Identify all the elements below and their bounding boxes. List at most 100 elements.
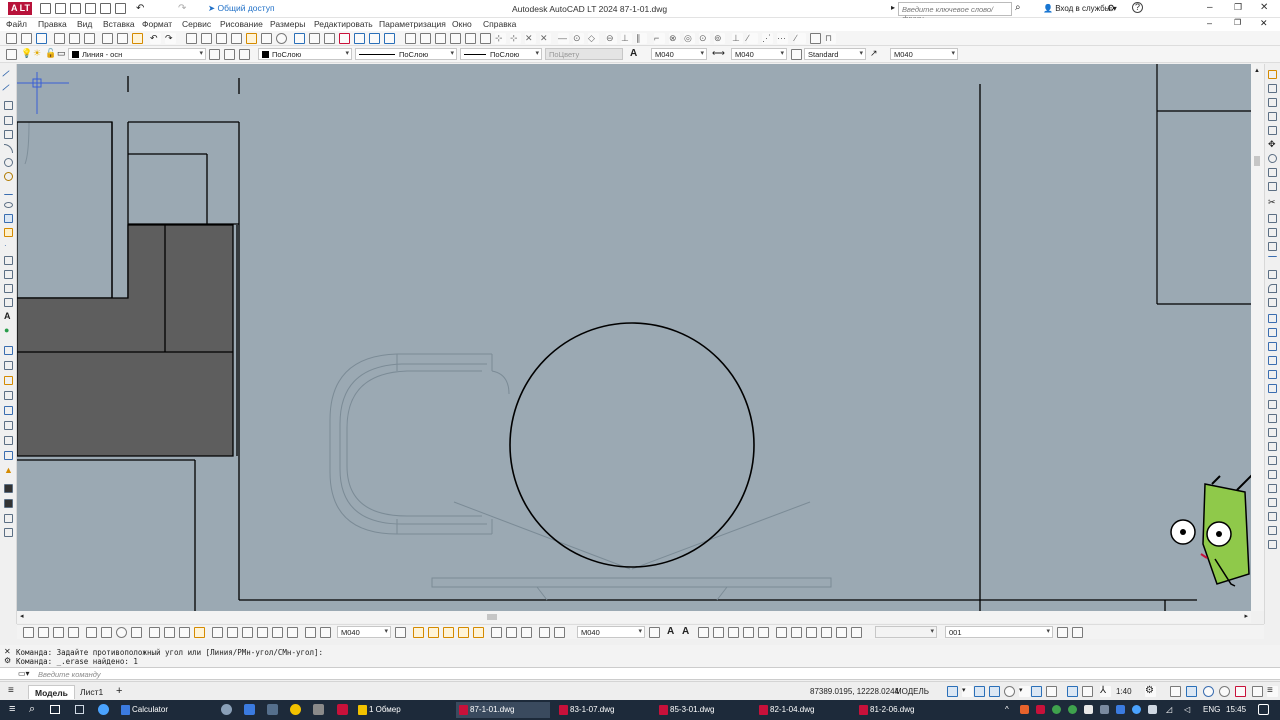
table5-tb-icon[interactable] [836,627,847,638]
help-icon[interactable]: ? [1132,2,1143,13]
tab-layout1[interactable]: Лист1 [74,685,109,699]
dim-jogged-tb-icon[interactable] [101,627,112,638]
dim-edit-tb-icon[interactable] [272,627,283,638]
snap-nearest-icon[interactable]: ◎ [684,33,695,44]
leader-tb-icon[interactable] [491,627,502,638]
scroll-right-icon[interactable]: ▸ [1244,612,1248,620]
ortho-icon[interactable] [989,686,1000,697]
fillet-tool-icon[interactable] [1268,270,1277,279]
search-icon[interactable]: ⌕ [29,703,35,715]
layer-plot-icon[interactable]: ▭ [57,48,66,59]
doc-restore-button[interactable]: ❐ [1234,18,1241,27]
scale-icon[interactable] [4,451,13,460]
edit-icon[interactable] [1268,70,1277,79]
open-icon[interactable] [21,33,32,44]
tray-app7-icon[interactable] [1116,705,1125,714]
dim-edit-icon[interactable] [1268,470,1277,479]
sheet-set-icon[interactable] [309,33,320,44]
polyline-icon[interactable] [4,101,13,110]
dim-baseline-icon[interactable] [1268,414,1277,423]
network-icon[interactable]: ◿ [1166,703,1172,717]
leader2-tb-icon[interactable] [506,627,517,638]
region-icon[interactable] [4,284,13,293]
customize-status-icon[interactable]: ≡ [1267,686,1278,697]
hardware-accel-icon[interactable] [1235,686,1246,697]
snap-temp-icon[interactable]: ⋯ [777,33,788,44]
linetype-select[interactable]: ПоСлою ▾ [355,48,457,60]
command-input[interactable]: ▭▾ Введите команду [0,667,1280,680]
taskbar-app-dwg[interactable]: 85-3-01.dwg [656,702,750,718]
dim-linear-icon[interactable] [1268,314,1277,323]
menu-parametric[interactable]: Параметризация [379,19,446,29]
snap-center2-icon[interactable]: ⊙ [699,33,710,44]
menu-file[interactable]: Файл [6,19,27,29]
snap-center-icon[interactable]: ⊙ [573,33,584,44]
tablestyle-select[interactable]: Standard ▾ [804,48,866,60]
mtext-icon[interactable]: A [4,312,13,321]
dim-center-icon[interactable] [1268,456,1277,465]
scroll-left-icon[interactable]: ◂ [20,612,24,620]
layer-select[interactable]: Линия - осн ▾ [68,48,206,60]
search-input[interactable]: Введите ключевое слово/фразу [898,2,1012,23]
chevron-down-icon[interactable]: ▾ [962,686,973,697]
dim-aligned-icon[interactable] [1268,328,1277,337]
menu-help[interactable]: Справка [483,19,516,29]
isolate-objects-icon[interactable] [1203,686,1214,697]
model-space-toggle[interactable]: МОДЕЛЬ [895,687,929,696]
text-edit-tb-icon[interactable] [698,627,709,638]
layer2-tb-icon[interactable] [1072,627,1083,638]
markup-icon[interactable] [324,33,335,44]
text4-tb-icon[interactable] [458,627,469,638]
command-recent-icon[interactable]: ▭▾ [18,669,30,678]
drawing-canvas[interactable] [17,64,1251,611]
gradient-icon[interactable] [4,270,13,279]
clean-screen-icon[interactable] [1219,686,1230,697]
dim-arc-icon[interactable] [1268,356,1277,365]
menu-format[interactable]: Формат [142,19,172,29]
table4-tb-icon[interactable] [821,627,832,638]
annotation-scale-icon[interactable]: ⅄ [1100,686,1111,697]
layer-tb-icon[interactable] [1057,627,1068,638]
array-icon[interactable] [4,406,13,415]
dim-break-icon[interactable] [1268,526,1277,535]
properties-icon[interactable] [246,33,257,44]
text2-tb-icon[interactable] [428,627,439,638]
redo-icon[interactable]: ↷ [178,3,189,14]
transparency-icon[interactable] [1082,686,1093,697]
rotate-tool-icon[interactable] [1268,154,1277,163]
layer-lock-icon[interactable]: 🔓 [45,48,56,59]
zoom-extents-icon[interactable] [405,33,416,44]
dim-update-tb-icon[interactable] [305,627,316,638]
inspect-tb-icon[interactable] [242,627,253,638]
close-button[interactable]: ✕ [1260,2,1268,13]
dim-space-tb-icon[interactable] [194,627,205,638]
help-icon[interactable] [276,33,287,44]
menu-window[interactable]: Окно [452,19,472,29]
mleader-tb-icon[interactable] [539,627,550,638]
save-icon[interactable] [70,3,81,14]
layer-state-icon[interactable] [239,49,250,60]
tolerance-tb-icon[interactable] [212,627,223,638]
design-center-icon[interactable] [261,33,272,44]
mleader-style-icon[interactable]: ↗ [870,48,878,59]
break-tool-icon[interactable] [1268,228,1277,237]
signin-button[interactable]: 👤 Вход в службы ▾ [1043,4,1117,13]
line-icon[interactable] [2,70,15,83]
qdim-tb-icon[interactable] [149,627,160,638]
table3-tb-icon[interactable] [806,627,817,638]
move-icon[interactable] [4,421,13,430]
text-style-tb-icon[interactable] [649,627,660,638]
tray-app5-icon[interactable] [1084,705,1093,714]
plotstyle-select[interactable]: ПоЦвету [545,48,623,60]
annotation-monitor-icon[interactable] [1170,686,1181,697]
zoom-out-icon[interactable] [435,33,446,44]
text-tb-icon[interactable] [413,627,424,638]
external-ref-icon[interactable] [384,33,395,44]
dim-style-tb-icon[interactable] [395,627,406,638]
copy-tool-icon[interactable] [1268,84,1277,93]
restore-button[interactable]: ❐ [1234,2,1242,13]
tool-palettes-icon[interactable] [294,33,305,44]
bottom-layer-select[interactable]: 001 ▾ [945,626,1053,638]
paste-icon[interactable] [132,33,143,44]
add-layout-button[interactable]: + [112,685,126,699]
